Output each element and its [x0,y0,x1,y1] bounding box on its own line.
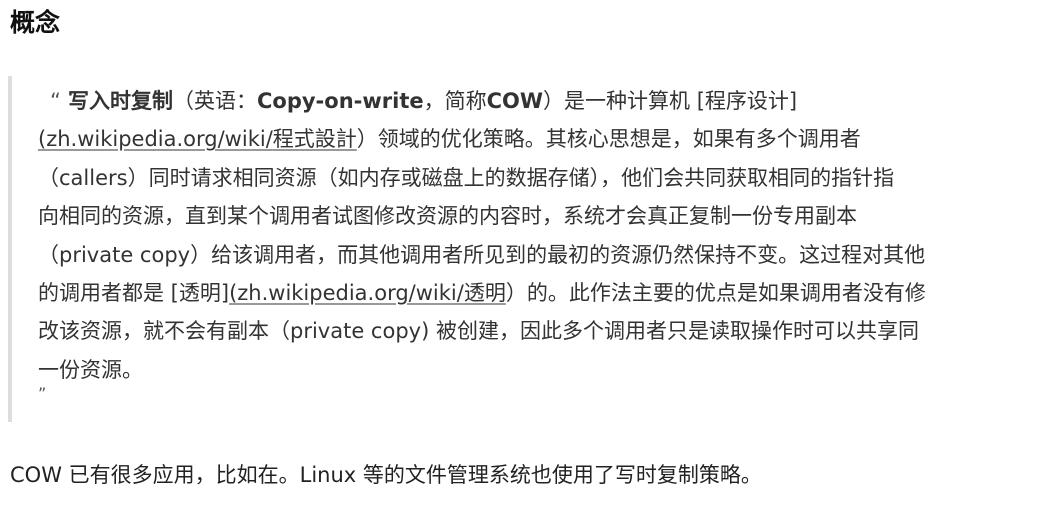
wiki-link-transparent-tail: 透明 [463,280,506,305]
blockquote: “ 写入时复制（英语：Copy-on-write，简称COW）是一种计算机 [程序… [8,76,1040,422]
wiki-link-programming-tail: 程式設計 [272,127,357,152]
quote-line-6: 的调用者都是 [透明](zh.wikipedia.org/wiki/透明）的。此… [38,274,1038,312]
quote-line-3: （callers）同时请求相同资源（如内存或磁盘上的数据存储），他们会共同获取相… [38,165,895,190]
english-term-bold: Copy-on-write [257,89,424,113]
quote-line-2: (zh.wikipedia.org/wiki/程式設計）领域的优化策略。其核心思… [38,120,1038,158]
paren-open-text: （英语： [173,89,257,113]
term-bold: 写入时复制 [68,89,173,113]
quote-line-6-end: ）的。此作法主要的优点是如果调用者没有修 [505,280,926,305]
quote-line-1: “ 写入时复制（英语：Copy-on-write，简称COW）是一种计算机 [程序… [38,82,1038,120]
wiki-link-transparent-url: (zh.wikipedia.org/wiki/ [229,280,464,305]
quote-line-7: 改该资源，就不会有副本（private copy) 被创建，因此多个调用者只是读… [38,319,919,344]
close-quote-mark: ” [38,384,47,403]
quote-line-8: 一份资源。 [38,357,143,382]
abbr-bold: COW [486,89,544,113]
quote-line-4: 向相同的资源，直到某个调用者试图修改资源的内容时，系统才会真正复制一份专用副本 [38,204,857,229]
body-paragraph: COW 已有很多应用，比如在。Linux 等的文件管理系统也使用了写时复制策略。 [10,463,762,487]
quote-body: “ 写入时复制（英语：Copy-on-write，简称COW）是一种计算机 [程序… [38,82,1038,389]
quote-line-5: （private copy）给该调用者，而其他调用者所见到的最初的资源仍然保持不… [38,242,926,267]
wiki-link-programming-url: (zh.wikipedia.org/wiki/ [38,127,273,152]
quote-line-6-start: 的调用者都是 [透明] [38,280,230,305]
wiki-link-transparent[interactable]: (zh.wikipedia.org/wiki/透明 [229,281,506,305]
quote-line-2-rest: ）领域的优化策略。其核心思想是，如果有多个调用者 [356,127,861,152]
open-quote-mark: “ [50,89,61,113]
after-abbr-text: ）是一种计算机 [程序设计] [543,89,798,113]
abbr-prefix-text: ，简称 [423,89,487,113]
wiki-link-programming[interactable]: (zh.wikipedia.org/wiki/程式設計 [38,127,357,151]
section-heading: 概念 [10,8,61,37]
